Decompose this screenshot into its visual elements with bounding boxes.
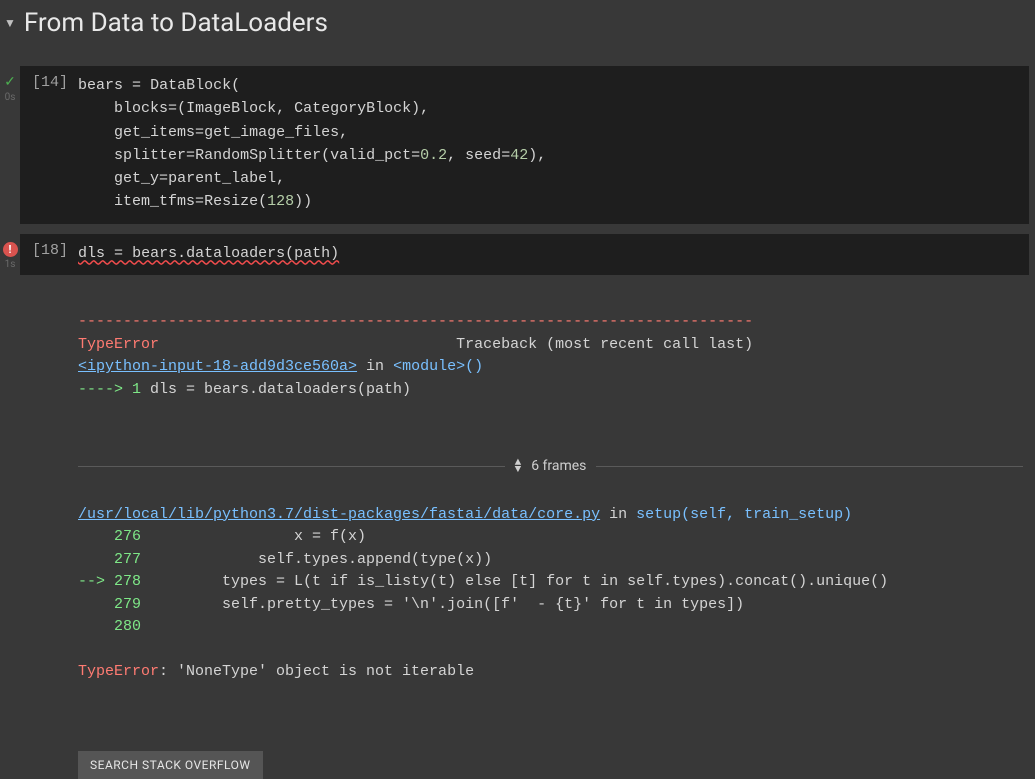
final-error-type: TypeError xyxy=(78,663,159,680)
execution-count: [14] xyxy=(32,74,68,214)
search-stack-overflow-button[interactable]: SEARCH STACK OVERFLOW xyxy=(78,751,263,779)
cell-body: [14] bears = DataBlock( blocks=(ImageBlo… xyxy=(20,66,1035,224)
error-type: TypeError xyxy=(78,336,159,353)
code-input-area[interactable]: [18] dls = bears.dataloaders(path) xyxy=(20,234,1029,275)
traceback-source-block: /usr/local/lib/python3.7/dist-packages/f… xyxy=(78,504,1023,684)
traceback-separator: ----------------------------------------… xyxy=(78,313,753,330)
code-content[interactable]: dls = bears.dataloaders(path) xyxy=(78,242,339,265)
traceback-header: Traceback (most recent call last) xyxy=(456,336,753,353)
error-icon: ! xyxy=(3,242,18,257)
arrow-marker: ----> 1 xyxy=(78,381,141,398)
code-cell: ✓ 0s [14] bears = DataBlock( blocks=(Ima… xyxy=(0,66,1035,224)
code-content[interactable]: bears = DataBlock( blocks=(ImageBlock, C… xyxy=(78,74,546,214)
divider-line xyxy=(596,466,1023,467)
exec-time: 0s xyxy=(5,92,16,103)
cell-body: [18] dls = bears.dataloaders(path) -----… xyxy=(20,234,1035,779)
frames-expander[interactable]: ▲▼ 6 frames xyxy=(78,456,1023,477)
traceback-block: ----------------------------------------… xyxy=(78,311,1023,401)
section-header: ▼ From Data to DataLoaders xyxy=(0,0,1035,56)
expand-collapse-icon[interactable]: ▲▼ xyxy=(515,460,522,474)
ipython-input-link[interactable]: <ipython-input-18-add9d3ce560a> xyxy=(78,358,357,375)
exec-time: 1s xyxy=(5,259,16,270)
code-input-area[interactable]: [14] bears = DataBlock( blocks=(ImageBlo… xyxy=(20,66,1029,224)
section-title: From Data to DataLoaders xyxy=(24,8,328,38)
divider-line xyxy=(78,466,505,467)
cell-gutter: ! 1s xyxy=(0,234,20,779)
check-icon: ✓ xyxy=(4,74,16,90)
execution-count: [18] xyxy=(32,242,68,265)
frames-count-label: 6 frames xyxy=(531,456,586,477)
collapse-toggle-icon[interactable]: ▼ xyxy=(4,16,16,30)
output-area: ----------------------------------------… xyxy=(20,275,1035,743)
final-error-message: : 'NoneType' object is not iterable xyxy=(159,663,474,680)
code-cell: ! 1s [18] dls = bears.dataloaders(path) … xyxy=(0,234,1035,779)
cell-gutter: ✓ 0s xyxy=(0,66,20,224)
source-file-link[interactable]: /usr/local/lib/python3.7/dist-packages/f… xyxy=(78,506,600,523)
arrow-marker: --> xyxy=(78,573,114,590)
